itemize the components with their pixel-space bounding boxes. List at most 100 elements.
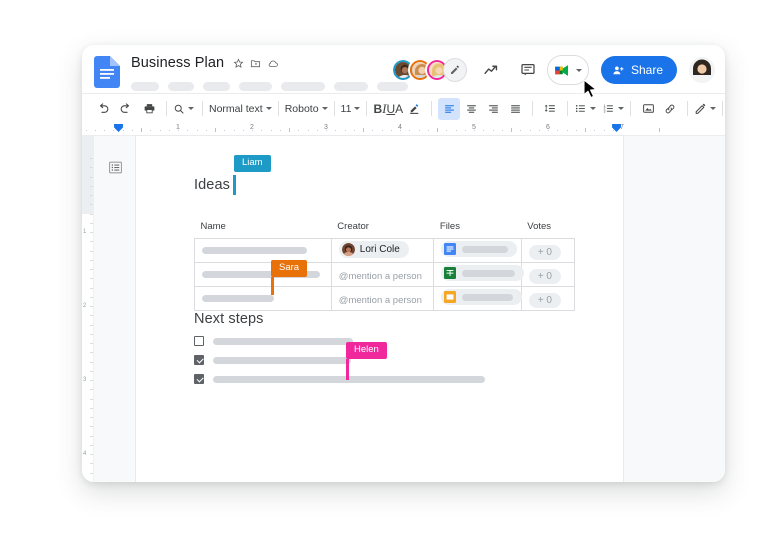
cell-votes[interactable]: + 0: [520, 286, 576, 311]
vote-chip[interactable]: + 0: [528, 244, 561, 260]
cell-files[interactable]: [433, 286, 523, 311]
vote-chip[interactable]: + 0: [528, 292, 561, 308]
ruler-number: 5: [472, 124, 476, 131]
vertical-ruler: 1 2 3 4: [82, 136, 94, 482]
file-chip[interactable]: [441, 241, 518, 257]
underline-button[interactable]: U: [386, 102, 395, 116]
ruler-subtick: [233, 130, 235, 131]
vote-chip[interactable]: + 0: [528, 268, 561, 284]
align-right-icon[interactable]: [482, 98, 504, 120]
zoom-dropdown[interactable]: [173, 103, 196, 115]
menu-bar-placeholders[interactable]: [131, 82, 408, 91]
column-header-name: Name: [200, 221, 226, 232]
creator-chip[interactable]: Lori Cole: [338, 240, 409, 258]
text-color-button[interactable]: A: [395, 102, 403, 116]
bold-button[interactable]: B: [373, 102, 382, 116]
document-title[interactable]: Business Plan: [131, 55, 224, 71]
creator-mention-placeholder[interactable]: @mention a person: [339, 295, 422, 306]
edit-pen-dropdown[interactable]: [694, 102, 717, 115]
creator-mention-placeholder[interactable]: @mention a person: [339, 271, 422, 282]
menu-pill[interactable]: [239, 82, 272, 91]
ruler-subtick: [270, 130, 272, 131]
screenshot-root: Business Plan Share Normal text Roboto 1…: [0, 0, 777, 533]
font-dropdown[interactable]: Roboto: [285, 103, 328, 115]
table-row[interactable]: Sara @mention a person + 0: [194, 260, 576, 296]
align-justify-icon[interactable]: [504, 98, 526, 120]
document-outline-icon[interactable]: [106, 158, 124, 176]
vruler-subtick: [90, 158, 93, 159]
meet-button[interactable]: [546, 55, 589, 85]
right-indent-marker[interactable]: [612, 124, 621, 132]
cell-creator[interactable]: Lori Cole: [330, 238, 435, 263]
vruler-subtick: [90, 213, 93, 215]
paragraph-style-dropdown[interactable]: Normal text: [209, 103, 272, 115]
cell-name[interactable]: [194, 238, 332, 263]
cell-name[interactable]: Sara: [194, 260, 332, 296]
font-size-dropdown[interactable]: 11: [341, 103, 361, 115]
undo-icon[interactable]: [92, 98, 114, 120]
move-to-folder-icon[interactable]: [250, 58, 261, 69]
insert-link-icon[interactable]: [659, 98, 681, 120]
ruler-subtick: [594, 130, 596, 131]
horizontal-ruler[interactable]: 1234567: [82, 123, 725, 136]
vruler-subtick: [90, 195, 93, 196]
activity-dashboard-button[interactable]: [477, 55, 507, 85]
comment-history-button[interactable]: [513, 55, 543, 85]
menu-pill[interactable]: [334, 82, 368, 91]
ruler-subtick: [520, 130, 522, 131]
checkbox-checked[interactable]: [194, 374, 204, 384]
menu-pill[interactable]: [203, 82, 230, 91]
menu-pill[interactable]: [131, 82, 159, 91]
vruler-subtick: [90, 370, 93, 372]
editing-mode-pencil-icon[interactable]: [442, 58, 467, 82]
vruler-subtick: [90, 444, 93, 446]
collaborator-flag-sara: Sara: [271, 260, 308, 296]
font-size-value: 11: [340, 102, 352, 115]
cell-creator[interactable]: @mention a person: [330, 262, 435, 287]
align-center-icon[interactable]: [460, 98, 482, 120]
vruler-subtick: [90, 407, 93, 409]
account-avatar[interactable]: [689, 57, 715, 83]
name-placeholder-bar: [202, 294, 274, 302]
ruler-tick: [659, 128, 660, 132]
print-icon[interactable]: [138, 98, 160, 120]
ruler-subtick: [390, 130, 392, 131]
align-left-icon[interactable]: [438, 97, 461, 120]
redo-icon[interactable]: [114, 98, 136, 120]
page-scroll-area[interactable]: Ideas Liam Name Creator Files Votes Lori…: [136, 136, 725, 482]
table-row[interactable]: @mention a person + 0: [194, 286, 576, 311]
bulleted-list-dropdown[interactable]: [574, 102, 597, 115]
insert-image-icon[interactable]: [637, 98, 659, 120]
cell-files[interactable]: [433, 238, 522, 263]
cell-files[interactable]: [433, 262, 525, 287]
column-header-creator: Creator: [337, 221, 369, 232]
ruler-number: 4: [398, 124, 402, 131]
checkbox-unchecked[interactable]: [194, 336, 204, 346]
checkbox-checked[interactable]: [194, 355, 204, 365]
file-chip[interactable]: [441, 265, 525, 281]
cell-name[interactable]: [194, 286, 332, 311]
numbered-list-dropdown[interactable]: 123: [602, 102, 625, 115]
menu-pill[interactable]: [281, 82, 325, 91]
line-spacing-icon[interactable]: [539, 98, 561, 120]
table-row[interactable]: Lori Cole + 0: [194, 238, 576, 263]
cell-votes[interactable]: + 0: [520, 238, 576, 263]
ruler-subtick: [131, 130, 133, 131]
menu-pill[interactable]: [168, 82, 194, 91]
vruler-subtick: [90, 204, 93, 206]
collaborator-label-sara: Sara: [271, 260, 308, 278]
left-indent-marker[interactable]: [114, 124, 123, 132]
ruler-tick: [141, 128, 142, 132]
highlight-pen-icon[interactable]: [403, 98, 425, 120]
ruler-tick: [585, 128, 586, 132]
checklist-item[interactable]: [194, 374, 575, 384]
formatting-toolbar: Normal text Roboto 11 B I U A 1 2 3: [82, 93, 725, 123]
vruler-subtick: [90, 241, 93, 243]
cell-creator[interactable]: @mention a person: [330, 286, 435, 311]
cloud-saved-icon[interactable]: [267, 58, 279, 69]
cell-votes[interactable]: + 0: [520, 262, 576, 287]
file-chip[interactable]: [441, 289, 523, 305]
share-button[interactable]: Share: [600, 56, 677, 84]
star-icon[interactable]: [233, 57, 244, 69]
ideas-heading: Ideas: [194, 177, 230, 193]
